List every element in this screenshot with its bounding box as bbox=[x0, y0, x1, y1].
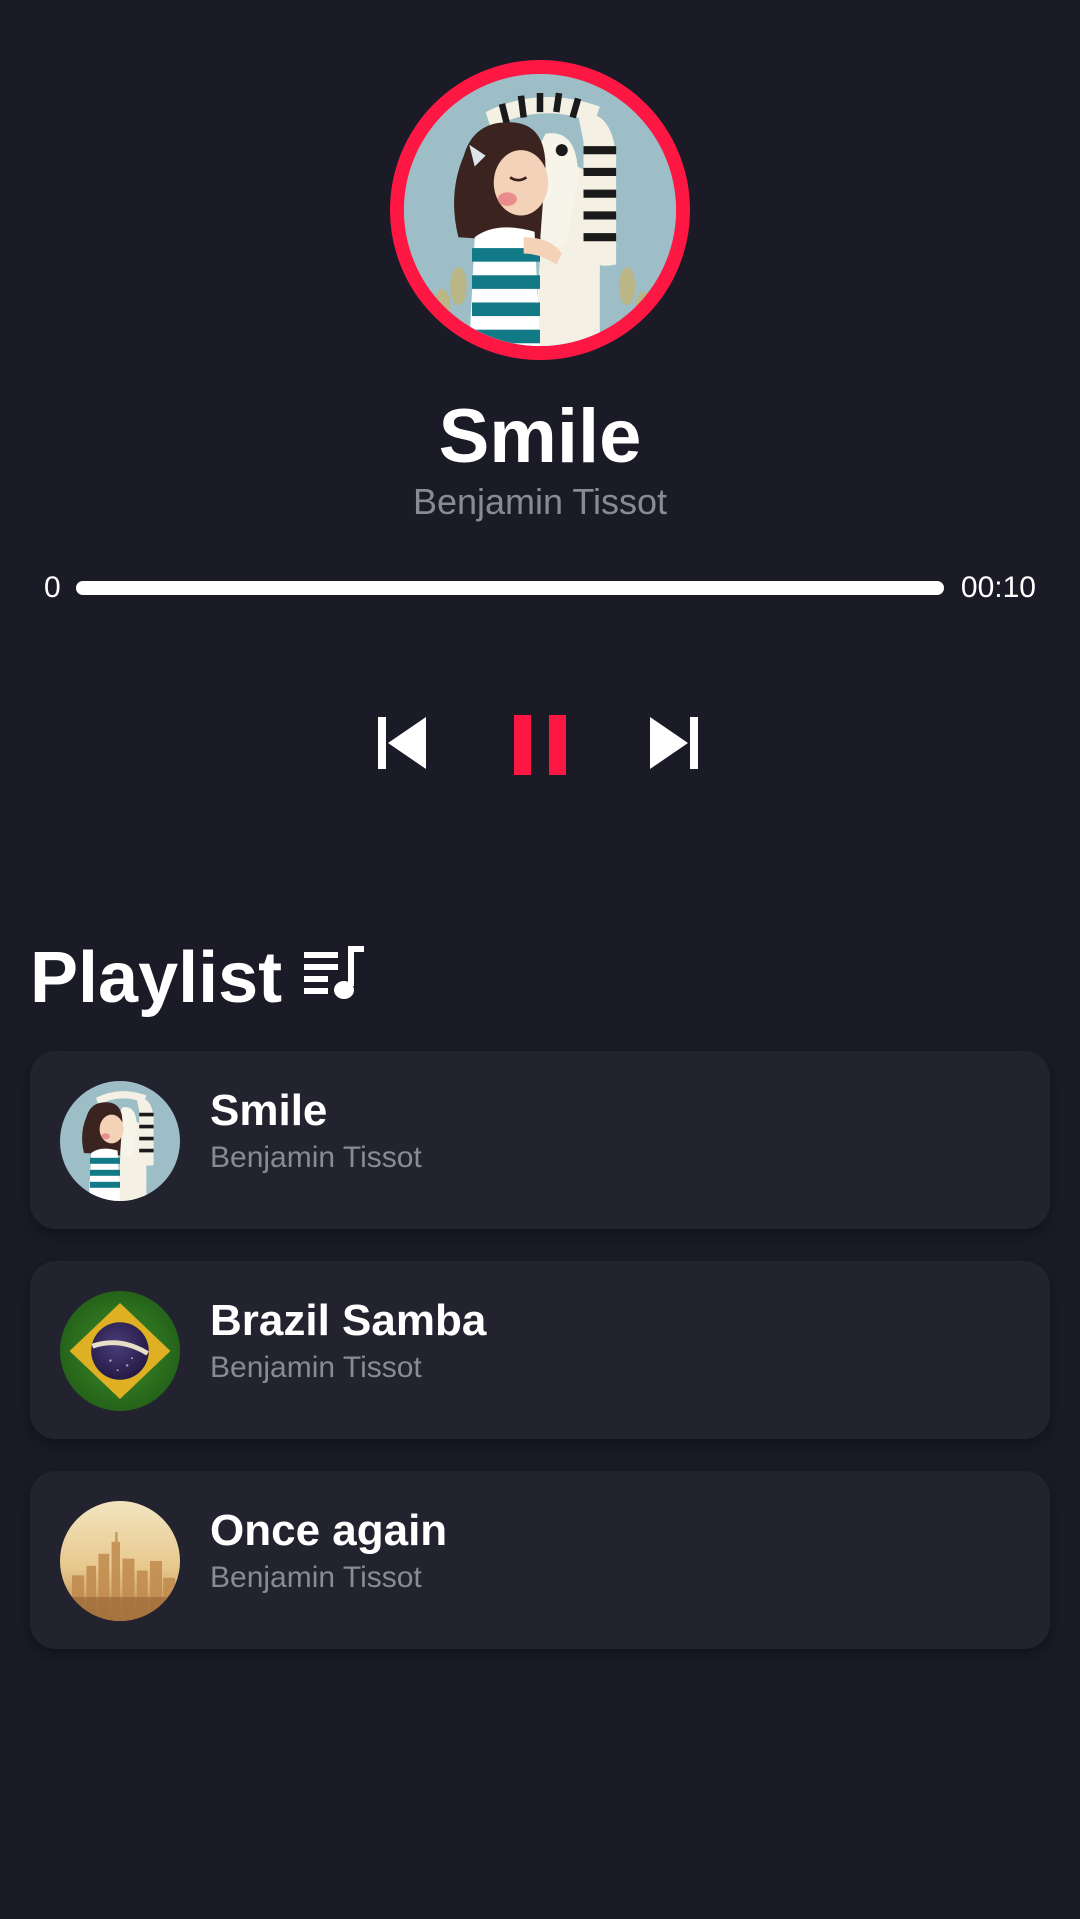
previous-button[interactable] bbox=[378, 715, 428, 775]
skip-previous-icon bbox=[378, 717, 426, 769]
girl-zebra-cover-image bbox=[404, 74, 676, 346]
playlist-item[interactable]: Smile Benjamin Tissot bbox=[30, 1051, 1050, 1229]
track-thumbnail bbox=[60, 1291, 180, 1411]
track-title: Smile bbox=[210, 1086, 328, 1135]
next-button[interactable] bbox=[648, 715, 698, 775]
track-artist: Benjamin Tissot bbox=[210, 1351, 422, 1384]
track-thumbnail bbox=[60, 1501, 180, 1621]
track-title: Once again bbox=[210, 1506, 448, 1555]
album-cover bbox=[390, 60, 690, 360]
playlist-title: Playlist bbox=[30, 938, 283, 1018]
city-skyline-thumbnail bbox=[60, 1501, 180, 1621]
track-thumbnail bbox=[60, 1081, 180, 1201]
track-artist: Benjamin Tissot bbox=[210, 1141, 422, 1174]
now-playing-artist: Benjamin Tissot bbox=[412, 481, 668, 522]
total-time: 00:10 bbox=[960, 571, 1036, 604]
track-artist: Benjamin Tissot bbox=[210, 1561, 422, 1594]
pause-button[interactable] bbox=[514, 715, 566, 775]
pause-icon bbox=[514, 715, 566, 775]
brazil-flag-thumbnail bbox=[60, 1291, 180, 1411]
progress-fill bbox=[76, 581, 944, 595]
playlist-header: Playlist bbox=[30, 935, 366, 1021]
playlist-item[interactable]: Once again Benjamin Tissot bbox=[30, 1471, 1050, 1649]
playlist-item[interactable]: Brazil Samba Benjamin Tissot bbox=[30, 1261, 1050, 1439]
queue-music-icon bbox=[304, 946, 365, 999]
track-title: Brazil Samba bbox=[210, 1296, 487, 1345]
now-playing-title: Smile bbox=[438, 394, 642, 479]
skip-next-icon bbox=[650, 717, 698, 769]
current-time: 0 bbox=[44, 571, 61, 604]
playback-controls bbox=[0, 715, 1080, 775]
playlist-list: Smile Benjamin Tissot Brazil Samba Benja… bbox=[30, 1051, 1050, 1681]
progress-bar[interactable] bbox=[76, 581, 944, 595]
girl-zebra-thumbnail bbox=[60, 1081, 180, 1201]
